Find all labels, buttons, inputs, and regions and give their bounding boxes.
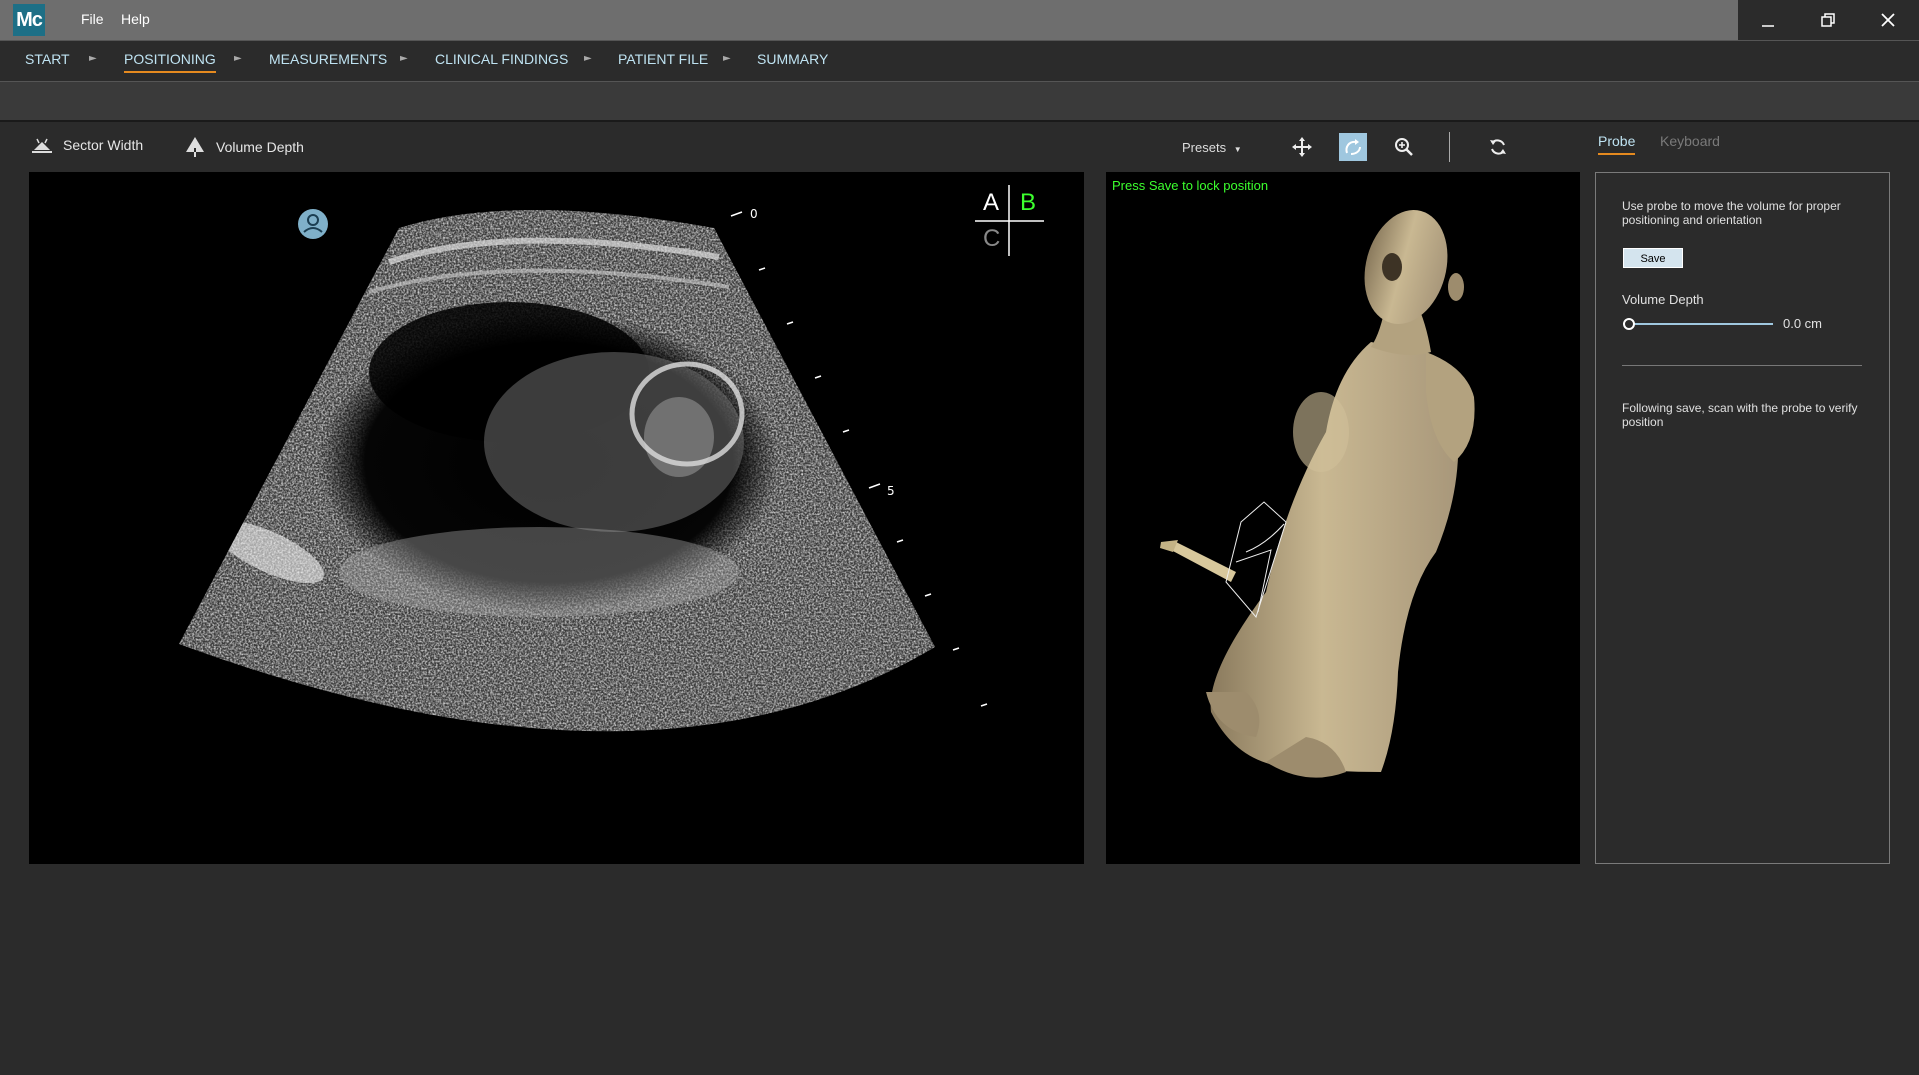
nav-clinical-findings[interactable]: CLINICAL FINDINGS (435, 51, 568, 71)
volume-depth-slider-track[interactable] (1628, 323, 1773, 325)
volume-depth-label: Volume Depth (216, 139, 304, 155)
fetus-orientation-icon (298, 209, 328, 239)
presets-dropdown[interactable]: Presets ▼ (1182, 140, 1242, 155)
rotate-button[interactable] (1339, 133, 1367, 161)
workflow-breadcrumb: START ► POSITIONING ► MEASUREMENTS ► CLI… (0, 40, 1919, 82)
volume-depth-heading: Volume Depth (1622, 292, 1704, 307)
probe-settings-panel: Use probe to move the volume for proper … (1595, 172, 1890, 864)
volume-depth-value: 0.0 cm (1783, 316, 1823, 331)
menu-file[interactable]: File (81, 11, 104, 27)
title-bar: Mc File Help (0, 0, 1919, 40)
save-button[interactable]: Save (1623, 248, 1683, 268)
depth-mark-5: 5 (887, 484, 895, 498)
app-logo: Mc (13, 4, 45, 36)
verify-position-note: Following save, scan with the probe to v… (1622, 401, 1858, 429)
presets-label: Presets (1182, 140, 1227, 155)
restore-button[interactable] (1798, 0, 1858, 40)
sector-width-icon (32, 138, 52, 153)
tab-keyboard[interactable]: Keyboard (1660, 133, 1720, 153)
move-icon (1292, 137, 1312, 157)
plane-a-label[interactable]: A (983, 189, 999, 217)
sector-width-button[interactable]: Sector Width (31, 136, 143, 154)
sector-width-label: Sector Width (63, 137, 144, 153)
nav-separator-icon: ► (234, 53, 242, 64)
reset-button[interactable] (1484, 133, 1512, 161)
nav-measurements[interactable]: MEASUREMENTS (269, 51, 387, 71)
window-controls (1738, 0, 1919, 40)
close-button[interactable] (1858, 0, 1918, 40)
caret-down-icon: ▼ (1233, 145, 1242, 154)
nav-positioning[interactable]: POSITIONING (124, 51, 216, 73)
ultrasound-view[interactable]: 0 5 A B C (29, 172, 1084, 864)
tab-probe[interactable]: Probe (1598, 133, 1636, 155)
refresh-icon (1490, 139, 1506, 155)
plane-c-label[interactable]: C (983, 225, 1000, 253)
restore-icon (1821, 13, 1835, 27)
menu-help[interactable]: Help (121, 11, 150, 27)
volume-depth-button[interactable]: Volume Depth (184, 136, 304, 158)
rotate-icon (1345, 139, 1361, 155)
volume-depth-icon (186, 137, 204, 157)
manikin-model (1160, 210, 1475, 778)
nav-separator-icon: ► (89, 53, 97, 64)
manikin-3d-view[interactable]: Press Save to lock position (1106, 172, 1580, 864)
plane-b-label[interactable]: B (1020, 189, 1036, 217)
close-icon (1881, 13, 1895, 27)
toolbar-divider (1449, 132, 1450, 162)
depth-mark-0: 0 (750, 207, 758, 221)
minimize-icon (1762, 25, 1774, 27)
nav-separator-icon: ► (400, 53, 408, 64)
nav-separator-icon: ► (723, 53, 731, 64)
zoom-icon (1395, 138, 1413, 156)
nav-summary[interactable]: SUMMARY (757, 51, 828, 71)
zoom-button[interactable] (1390, 133, 1418, 161)
nav-separator-icon: ► (584, 53, 592, 64)
minimize-button[interactable] (1738, 0, 1798, 40)
probe-instructions: Use probe to move the volume for proper … (1622, 199, 1841, 227)
panel-divider (1622, 365, 1862, 366)
sub-toolbar (0, 82, 1919, 122)
nav-start[interactable]: START (25, 51, 70, 71)
nav-patient-file[interactable]: PATIENT FILE (618, 51, 708, 71)
pan-button[interactable] (1288, 133, 1316, 161)
volume-depth-slider-thumb[interactable] (1623, 318, 1635, 330)
ultrasound-image (179, 185, 1044, 732)
